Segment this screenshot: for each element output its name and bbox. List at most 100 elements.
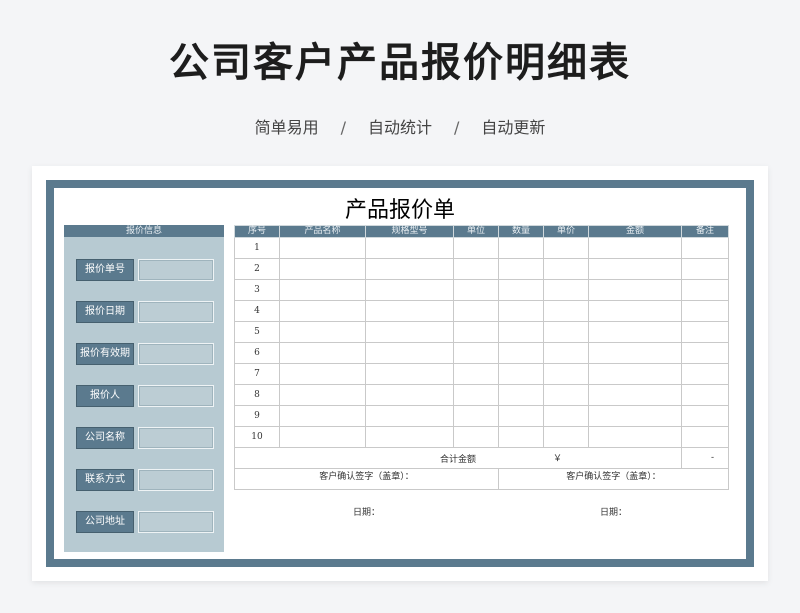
table-cell[interactable] [498, 342, 544, 364]
table-cell[interactable] [498, 300, 544, 322]
column-header: 序号 [234, 225, 280, 238]
table-cell[interactable] [543, 258, 589, 280]
table-cell[interactable] [681, 384, 729, 406]
table-cell[interactable] [681, 237, 729, 259]
table-cell[interactable] [588, 321, 682, 343]
signature-label: 客户确认签字（盖章）： [319, 472, 414, 482]
table-cell[interactable] [588, 258, 682, 280]
table-cell[interactable] [498, 279, 544, 301]
table-cell[interactable] [279, 405, 366, 427]
table-cell[interactable] [279, 321, 366, 343]
quote-info-heading: 报价信息 [64, 225, 224, 237]
tag-separator: / [454, 118, 460, 137]
table-cell[interactable] [453, 237, 499, 259]
table-cell[interactable] [279, 342, 366, 364]
table-cell[interactable] [365, 279, 454, 301]
table-cell[interactable] [543, 279, 589, 301]
signature-date-label: 日期： [599, 508, 627, 518]
table-cell[interactable] [365, 363, 454, 385]
table-cell[interactable] [588, 300, 682, 322]
table-cell[interactable] [588, 384, 682, 406]
table-cell[interactable] [681, 321, 729, 343]
table-cell[interactable] [365, 342, 454, 364]
validity-field[interactable] [138, 343, 214, 365]
table-cell[interactable] [453, 258, 499, 280]
table-cell[interactable] [365, 405, 454, 427]
table-cell[interactable] [365, 384, 454, 406]
table-cell[interactable] [279, 258, 366, 280]
table-cell[interactable] [681, 300, 729, 322]
total-row: 合计金额 ￥ - [234, 447, 729, 469]
table-cell[interactable] [365, 300, 454, 322]
table-cell[interactable] [453, 363, 499, 385]
row-number: 7 [234, 363, 280, 385]
table-cell[interactable] [279, 363, 366, 385]
quote-number-field[interactable] [138, 259, 214, 281]
table-cell[interactable] [543, 237, 589, 259]
table-cell[interactable] [498, 426, 544, 448]
table-cell[interactable] [543, 321, 589, 343]
table-cell[interactable] [588, 342, 682, 364]
table-cell[interactable] [279, 426, 366, 448]
table-cell[interactable] [681, 342, 729, 364]
table-cell[interactable] [279, 237, 366, 259]
quoter-field[interactable] [138, 385, 214, 407]
table-cell[interactable] [498, 321, 544, 343]
table-cell[interactable] [543, 426, 589, 448]
table-cell[interactable] [681, 363, 729, 385]
table-cell[interactable] [681, 426, 729, 448]
validity-label: 报价有效期 [76, 343, 134, 365]
table-row: 9 [234, 405, 729, 427]
table-cell[interactable] [543, 300, 589, 322]
table-cell[interactable] [279, 300, 366, 322]
contact-field[interactable] [138, 469, 214, 491]
table-cell[interactable] [498, 363, 544, 385]
table-cell[interactable] [365, 426, 454, 448]
table-row: 4 [234, 300, 729, 322]
table-cell[interactable] [681, 258, 729, 280]
row-number: 1 [234, 237, 280, 259]
company-name-field[interactable] [138, 427, 214, 449]
table-cell[interactable] [279, 279, 366, 301]
table-cell[interactable] [498, 237, 544, 259]
table-row: 7 [234, 363, 729, 385]
customer-signature-box[interactable]: 客户确认签字（盖章）： 日期： [234, 468, 499, 518]
table-cell[interactable] [681, 279, 729, 301]
quote-number-label: 报价单号 [76, 259, 134, 281]
table-cell[interactable] [543, 405, 589, 427]
table-cell[interactable] [588, 363, 682, 385]
quote-date-label: 报价日期 [76, 301, 134, 323]
table-cell[interactable] [453, 342, 499, 364]
quote-date-field[interactable] [138, 301, 214, 323]
table-header-row: 序号 产品名称 规格型号 单位 数量 单价 金额 备注 [234, 225, 729, 238]
table-cell[interactable] [543, 342, 589, 364]
table-cell[interactable] [588, 279, 682, 301]
table-cell[interactable] [498, 258, 544, 280]
table-cell[interactable] [588, 237, 682, 259]
address-field[interactable] [138, 511, 214, 533]
table-cell[interactable] [498, 384, 544, 406]
table-cell[interactable] [365, 237, 454, 259]
table-cell[interactable] [543, 384, 589, 406]
table-cell[interactable] [588, 426, 682, 448]
row-number: 3 [234, 279, 280, 301]
table-cell[interactable] [498, 405, 544, 427]
table-cell[interactable] [365, 321, 454, 343]
table-row: 10 [234, 426, 729, 448]
table-cell[interactable] [453, 384, 499, 406]
table-cell[interactable] [588, 405, 682, 427]
table-cell[interactable] [453, 405, 499, 427]
table-cell[interactable] [365, 258, 454, 280]
quotation-sheet: 产品报价单 报价信息 报价单号 报价日期 报价有效期 报价人 公司名称 联系方式… [54, 188, 746, 559]
table-cell[interactable] [453, 321, 499, 343]
table-cell[interactable] [543, 363, 589, 385]
table-cell[interactable] [453, 300, 499, 322]
customer-signature-box[interactable]: 客户确认签字（盖章）： 日期： [498, 468, 729, 518]
table-row: 5 [234, 321, 729, 343]
table-row: 1 [234, 237, 729, 259]
table-cell[interactable] [453, 426, 499, 448]
table-cell[interactable] [453, 279, 499, 301]
table-cell[interactable] [279, 384, 366, 406]
sheet-title: 产品报价单 [344, 198, 455, 223]
table-cell[interactable] [681, 405, 729, 427]
